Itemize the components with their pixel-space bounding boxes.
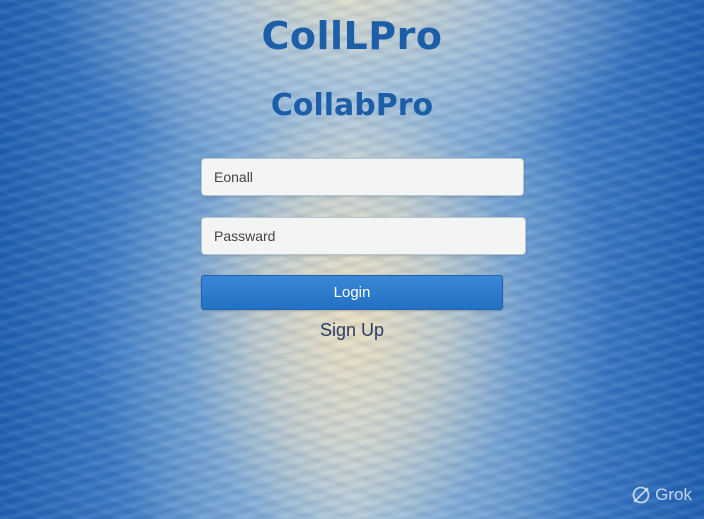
app-title: CollabPro	[270, 88, 434, 123]
background-texture	[0, 0, 704, 519]
watermark: Grok	[631, 485, 692, 505]
login-button[interactable]: Login	[201, 275, 503, 310]
watermark-text: Grok	[655, 485, 692, 504]
email-field[interactable]	[201, 158, 524, 196]
app-title-top: CollLPro	[261, 14, 443, 58]
password-field[interactable]	[201, 217, 526, 255]
sign-up-link[interactable]: Sign Up	[0, 320, 704, 341]
grok-logo-icon	[631, 485, 651, 505]
